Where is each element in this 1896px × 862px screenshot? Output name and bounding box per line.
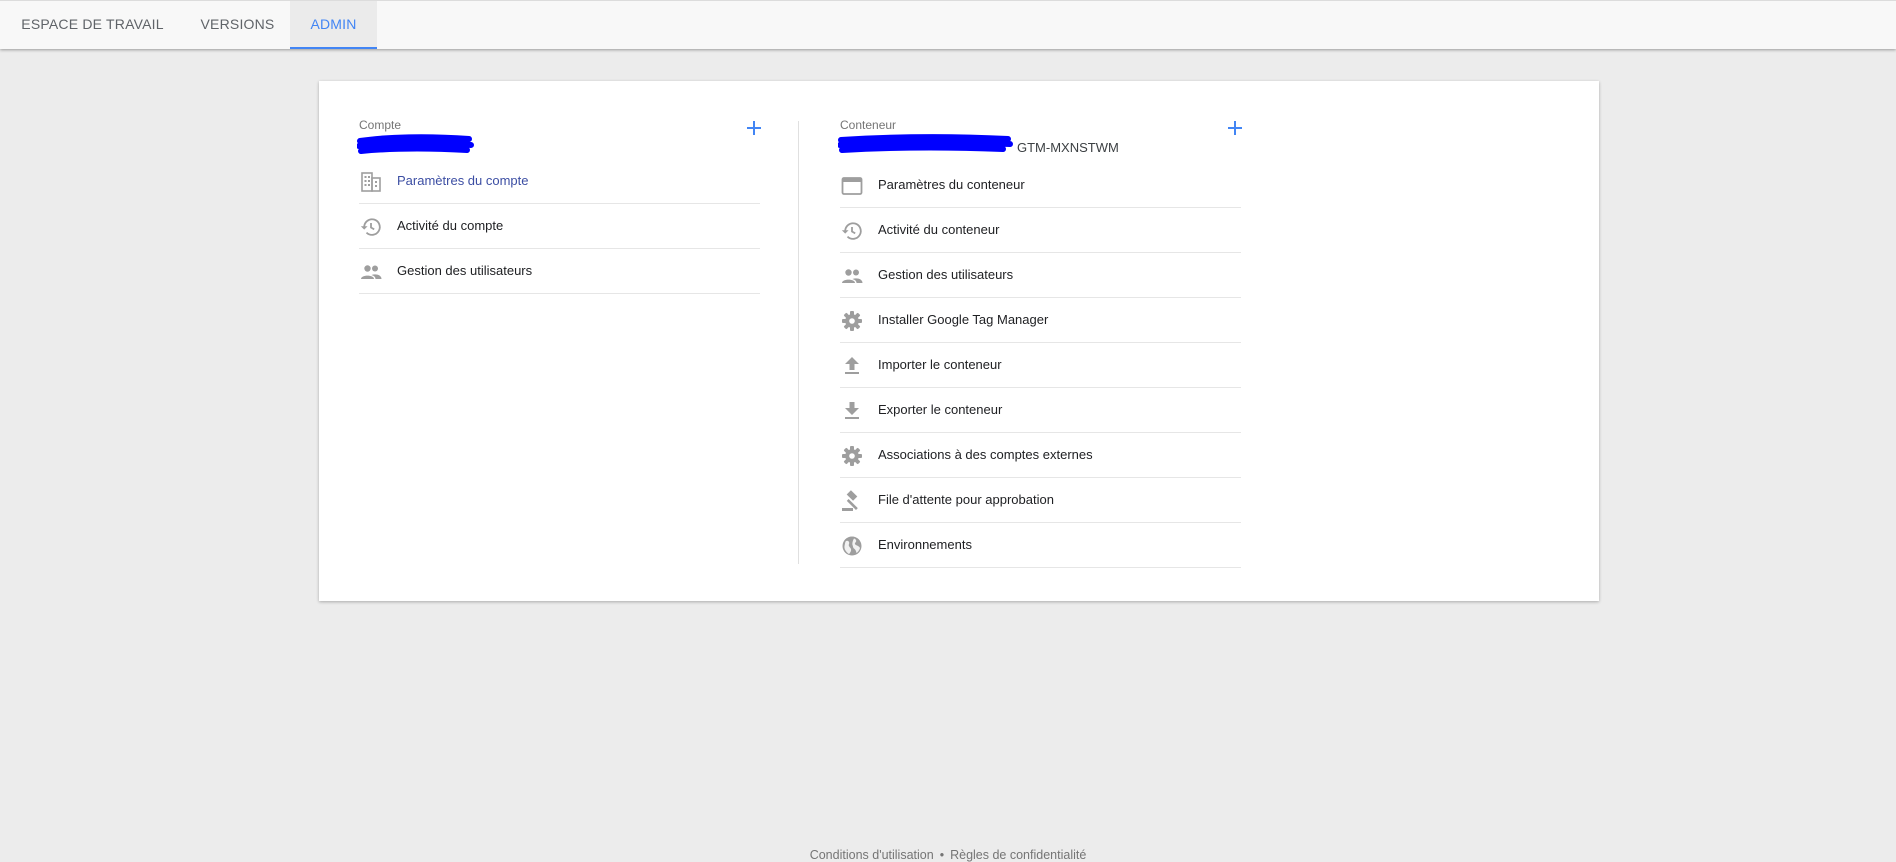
account-label: Compte bbox=[359, 118, 402, 132]
container-menu-item-label: File d'attente pour approbation bbox=[878, 492, 1054, 507]
container-menu-item[interactable]: Associations à des comptes externes bbox=[840, 433, 1241, 478]
container-menu-item[interactable]: Importer le conteneur bbox=[840, 343, 1241, 388]
history-icon bbox=[840, 219, 864, 243]
people-icon bbox=[840, 264, 864, 288]
tab-versions[interactable]: VERSIONS bbox=[185, 1, 290, 49]
gear-icon bbox=[840, 309, 864, 333]
account-name-redaction bbox=[357, 134, 474, 154]
account-menu-item-label: Gestion des utilisateurs bbox=[397, 263, 533, 278]
container-menu-item-label: Associations à des comptes externes bbox=[878, 447, 1093, 462]
container-menu-item[interactable]: Environnements bbox=[840, 523, 1241, 568]
building-icon bbox=[359, 170, 383, 194]
container-menu-item-label: Exporter le conteneur bbox=[878, 402, 1003, 417]
container-menu-item[interactable]: Exporter le conteneur bbox=[840, 388, 1241, 433]
people-icon bbox=[359, 260, 383, 284]
footer: Conditions d'utilisation • Règles de confi… bbox=[0, 848, 1896, 862]
add-container-button[interactable] bbox=[1224, 117, 1246, 139]
container-menu-item[interactable]: Gestion des utilisateurs bbox=[840, 253, 1241, 298]
container-menu-item-label: Gestion des utilisateurs bbox=[878, 267, 1014, 282]
footer-separator: • bbox=[939, 848, 945, 862]
account-menu-item-label: Activité du compte bbox=[397, 218, 504, 233]
tab-espace-de-travail[interactable]: ESPACE DE TRAVAIL bbox=[0, 1, 185, 49]
gavel-icon bbox=[840, 489, 864, 513]
top-navigation-bar: ESPACE DE TRAVAIL VERSIONS ADMIN bbox=[0, 0, 1896, 49]
account-menu-item[interactable]: Activité du compte bbox=[359, 204, 760, 249]
admin-card: Compte Conteneur GTM-MXNSTWM Paramètres … bbox=[319, 81, 1599, 601]
container-name-redaction bbox=[838, 134, 1013, 153]
window-icon bbox=[840, 174, 864, 198]
container-label: Conteneur bbox=[840, 118, 897, 132]
account-menu-item-label: Paramètres du compte bbox=[397, 173, 529, 188]
container-menu-item-label: Importer le conteneur bbox=[878, 357, 1002, 372]
container-menu-item[interactable]: File d'attente pour approbation bbox=[840, 478, 1241, 523]
container-id: GTM-MXNSTWM bbox=[1017, 140, 1119, 155]
container-menu-item[interactable]: Activité du conteneur bbox=[840, 208, 1241, 253]
account-menu-item[interactable]: Paramètres du compte bbox=[359, 159, 760, 204]
terms-link[interactable]: Conditions d'utilisation bbox=[810, 848, 934, 862]
download-icon bbox=[840, 399, 864, 423]
add-account-button[interactable] bbox=[743, 117, 765, 139]
tab-admin[interactable]: ADMIN bbox=[290, 1, 377, 49]
account-menu-item[interactable]: Gestion des utilisateurs bbox=[359, 249, 760, 294]
container-menu-item-label: Environnements bbox=[878, 537, 972, 552]
upload-icon bbox=[840, 354, 864, 378]
container-menu-item-label: Paramètres du conteneur bbox=[878, 177, 1025, 192]
privacy-link[interactable]: Règles de confidentialité bbox=[950, 848, 1086, 862]
container-menu-item[interactable]: Installer Google Tag Manager bbox=[840, 298, 1241, 343]
container-menu-item-label: Activité du conteneur bbox=[878, 222, 1000, 237]
container-menu-item-label: Installer Google Tag Manager bbox=[878, 312, 1049, 327]
history-icon bbox=[359, 215, 383, 239]
gear-icon bbox=[840, 444, 864, 468]
globe-icon bbox=[840, 534, 864, 558]
container-menu-item[interactable]: Paramètres du conteneur bbox=[840, 163, 1241, 208]
column-divider bbox=[798, 121, 799, 564]
